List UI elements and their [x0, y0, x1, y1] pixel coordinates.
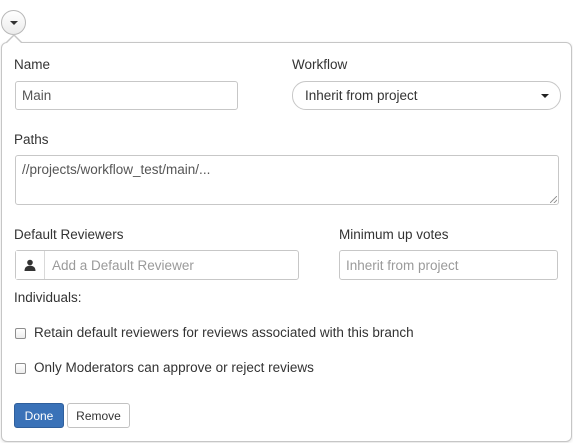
retain-reviewers-checkbox[interactable] [15, 328, 26, 339]
caret-down-icon [9, 20, 18, 25]
caret-down-icon [541, 94, 549, 98]
user-icon [16, 251, 45, 279]
branch-edit-popover: Name Workflow Inherit from project Paths… [1, 34, 572, 442]
workflow-selected-value: Inherit from project [305, 88, 418, 103]
done-button[interactable]: Done [14, 403, 64, 428]
default-reviewer-field [15, 250, 299, 280]
toggle-dropdown-button[interactable] [1, 10, 26, 35]
moderators-only-label[interactable]: Only Moderators can approve or reject re… [34, 360, 314, 375]
default-reviewer-input[interactable] [45, 251, 298, 279]
resize-handle-icon[interactable] [550, 196, 557, 203]
paths-textarea[interactable]: //projects/workflow_test/main/... [15, 155, 559, 205]
retain-reviewers-label[interactable]: Retain default reviewers for reviews ass… [34, 325, 414, 340]
paths-label: Paths [14, 132, 49, 147]
minimum-up-votes-label: Minimum up votes [339, 227, 449, 242]
individuals-label: Individuals: [14, 290, 82, 305]
workflow-select[interactable]: Inherit from project [292, 81, 561, 110]
remove-button[interactable]: Remove [67, 403, 130, 428]
moderators-only-checkbox[interactable] [15, 363, 26, 374]
paths-textarea-wrapper: //projects/workflow_test/main/... [15, 155, 559, 205]
name-label: Name [14, 57, 51, 72]
workflow-label: Workflow [292, 57, 348, 72]
minimum-up-votes-input[interactable] [339, 250, 558, 280]
default-reviewers-label: Default Reviewers [14, 227, 124, 242]
name-input[interactable] [15, 81, 238, 110]
